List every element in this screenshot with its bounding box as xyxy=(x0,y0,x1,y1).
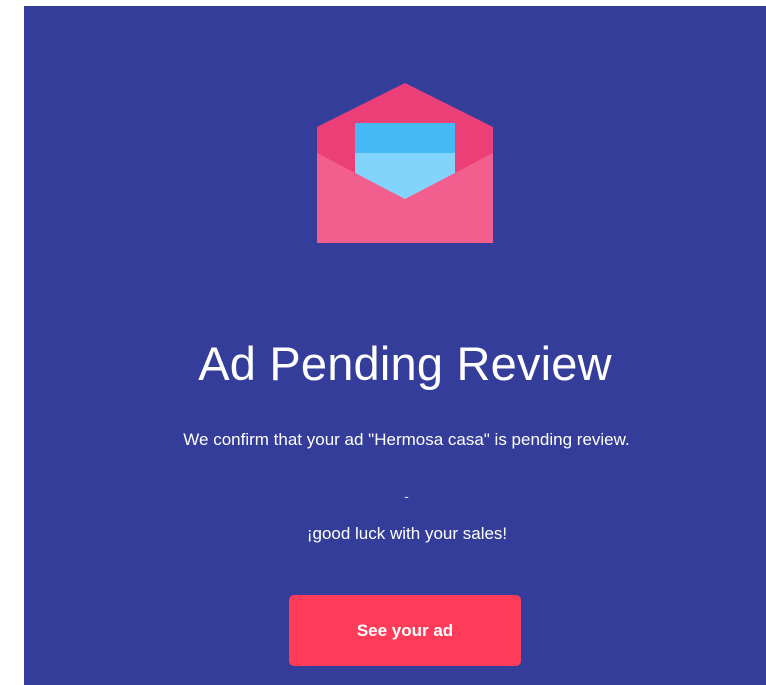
confirmation-message: We confirm that your ad "Hermosa casa" i… xyxy=(183,430,630,449)
good-luck-message: ¡good luck with your sales! xyxy=(306,524,508,543)
see-your-ad-button[interactable]: See your ad xyxy=(289,595,521,666)
email-card: Ad Pending Review We confirm that your a… xyxy=(24,6,766,685)
envelope-icon xyxy=(317,83,493,243)
separator-dash: - xyxy=(404,488,409,504)
page-title: Ad Pending Review xyxy=(198,337,612,390)
